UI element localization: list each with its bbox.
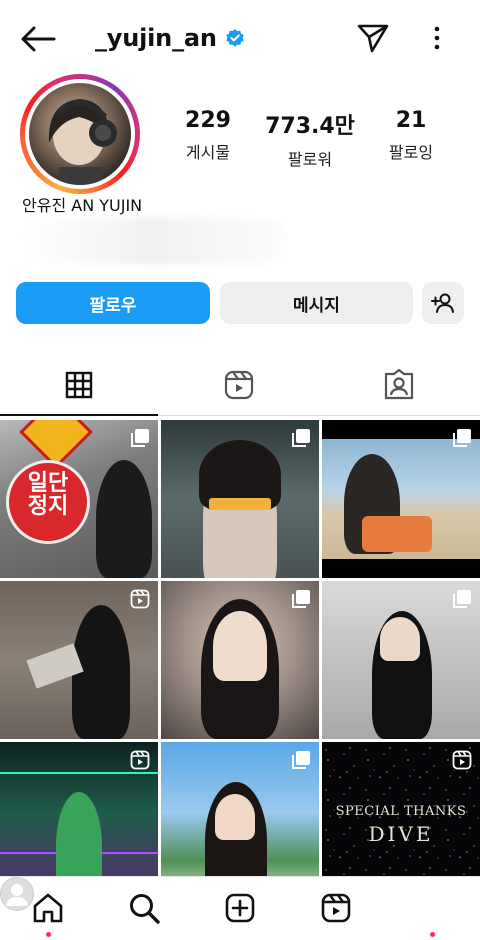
- avatar-illustration: [48, 99, 117, 185]
- posts-grid: 일단 정지 SPECIAL THANKS DIVE: [0, 420, 480, 876]
- reel-icon: [130, 589, 150, 609]
- post-caption-line2: DIVE: [368, 822, 434, 846]
- post-tile[interactable]: 일단 정지: [0, 420, 158, 578]
- display-name: 안유진 AN YUJIN: [22, 196, 143, 215]
- post-tile[interactable]: [0, 742, 158, 876]
- following-count: 21: [395, 108, 427, 133]
- post-subject-face: [215, 794, 255, 840]
- post-tile[interactable]: [322, 581, 480, 739]
- followers-stat[interactable]: 773.4만 팔로워: [258, 108, 362, 170]
- username-row: _yujin_an: [95, 24, 245, 52]
- reel-icon: [452, 750, 472, 770]
- followers-count: 773.4만: [265, 114, 355, 139]
- following-stat[interactable]: 21 팔로잉: [376, 108, 446, 163]
- followers-label: 팔로워: [287, 150, 333, 169]
- profile-header: _yujin_an: [0, 0, 480, 76]
- bottom-navigation: [0, 876, 480, 940]
- notification-dot: [46, 932, 51, 937]
- posts-stat[interactable]: 229 게시물: [170, 108, 246, 163]
- carousel-icon: [453, 590, 471, 608]
- back-arrow-icon[interactable]: [18, 22, 58, 56]
- tagged-person-icon[interactable]: [382, 368, 416, 402]
- avatar: [29, 83, 131, 185]
- post-tile[interactable]: [322, 420, 480, 578]
- post-caption-line1: SPECIAL THANKS: [335, 804, 467, 819]
- post-tile[interactable]: [161, 420, 319, 578]
- posts-count: 229: [185, 108, 231, 133]
- create-icon[interactable]: [223, 891, 257, 925]
- avatar-frame: [25, 79, 135, 189]
- post-tile[interactable]: [161, 581, 319, 739]
- following-label: 팔로잉: [388, 143, 434, 162]
- post-prop: [209, 498, 271, 510]
- search-icon[interactable]: [127, 891, 161, 925]
- default-avatar-icon: [6, 884, 28, 906]
- post-subject: [213, 611, 267, 681]
- add-person-icon: [431, 293, 454, 313]
- post-tile[interactable]: [0, 581, 158, 739]
- carousel-icon: [292, 751, 310, 769]
- reel-icon: [130, 750, 150, 770]
- notification-dot: [430, 932, 435, 937]
- post-tile[interactable]: [161, 742, 319, 876]
- bio-redacted: [18, 218, 288, 264]
- story-ring[interactable]: [20, 74, 140, 194]
- message-button[interactable]: 메시지: [220, 282, 413, 324]
- post-subject-face: [380, 617, 420, 661]
- carousel-icon: [292, 429, 310, 447]
- post-prop: [362, 516, 432, 552]
- profile-tabs: [0, 360, 480, 416]
- verified-badge-icon: [226, 29, 244, 47]
- post-light-line: [0, 772, 158, 774]
- username: _yujin_an: [95, 24, 217, 52]
- home-icon[interactable]: [31, 891, 65, 925]
- active-tab-indicator: [0, 414, 158, 416]
- suggested-accounts-button[interactable]: [422, 282, 464, 324]
- reels-icon[interactable]: [319, 891, 353, 925]
- grid-icon[interactable]: [62, 368, 96, 402]
- send-icon[interactable]: [356, 22, 390, 54]
- follow-button[interactable]: 팔로우: [16, 282, 210, 324]
- post-sign-text: 일단 정지: [27, 471, 69, 520]
- profile-avatar[interactable]: [0, 877, 34, 911]
- post-subject: [96, 460, 152, 578]
- more-options-icon[interactable]: [427, 22, 447, 54]
- reels-icon[interactable]: [222, 368, 256, 402]
- post-subject: [56, 792, 102, 876]
- carousel-icon: [131, 429, 149, 447]
- posts-label: 게시물: [185, 143, 231, 162]
- carousel-icon: [292, 590, 310, 608]
- carousel-icon: [453, 429, 471, 447]
- post-tile[interactable]: SPECIAL THANKS DIVE: [322, 742, 480, 876]
